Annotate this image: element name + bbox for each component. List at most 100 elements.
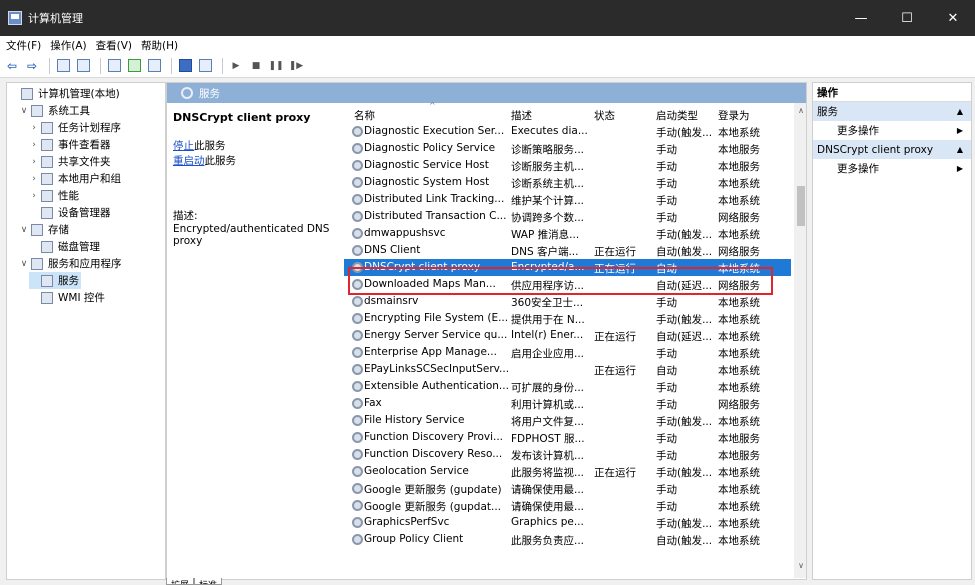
show-action-pane-button[interactable]: [197, 58, 213, 74]
refresh-button[interactable]: [126, 58, 142, 74]
menu-view[interactable]: 查看(V): [96, 38, 132, 53]
tree-item[interactable]: ∨ 服务和应用程序: [19, 255, 122, 272]
expand-chevron-icon[interactable]: ∨: [19, 106, 29, 116]
scrollbar-thumb[interactable]: [797, 186, 805, 226]
table-row[interactable]: Enterprise App Manage... 启用企业应用... 手动 本地系统: [344, 344, 791, 361]
expand-chevron-icon[interactable]: ›: [29, 174, 39, 184]
table-row[interactable]: dmwappushsvc WAP 推消息... 手动(触发... 本地系统: [344, 225, 791, 242]
table-row[interactable]: dsmainsrv 360安全卫士... 手动 本地系统: [344, 293, 791, 310]
table-row[interactable]: Distributed Link Tracking... 维护某个计算... 手动 本…: [344, 191, 791, 208]
toolbar-separator: [49, 57, 50, 74]
expand-chevron-icon[interactable]: ∨: [19, 259, 29, 269]
tree-item[interactable]: ∨ 系统工具: [19, 102, 90, 119]
tree-item[interactable]: 服务: [29, 272, 81, 289]
table-row[interactable]: Geolocation Service 此服务将监视... 正在运行 手动(触发...…: [344, 463, 791, 480]
start-service-button[interactable]: ▶: [228, 58, 244, 74]
table-row[interactable]: Diagnostic Execution Ser... Executes dia.…: [344, 123, 791, 140]
tree-item[interactable]: › 事件查看器: [29, 136, 111, 153]
toolbar-separator: [171, 57, 172, 74]
table-row[interactable]: Energy Server Service qu... Intel(r) Ener…: [344, 327, 791, 344]
service-description-cell: 将用户文件复...: [511, 416, 585, 428]
expand-chevron-icon[interactable]: ›: [29, 191, 39, 201]
service-status-cell: 正在运行: [594, 246, 636, 258]
maximize-button[interactable]: ☐: [884, 0, 930, 36]
tree-item[interactable]: › 共享文件夹: [29, 153, 111, 170]
table-row[interactable]: Function Discovery Reso... 发布该计算机... 手动 本地服…: [344, 446, 791, 463]
table-row[interactable]: Extensible Authentication... 可扩展的身份... 手动 本…: [344, 378, 791, 395]
table-row[interactable]: DNS Client DNS 客户端... 正在运行 自动(触发... 网络服务: [344, 242, 791, 259]
table-row[interactable]: Diagnostic Policy Service 诊断策略服务... 手动 本地服务: [344, 140, 791, 157]
close-button[interactable]: ✕: [930, 0, 975, 36]
column-header-startup-type[interactable]: 启动类型: [656, 108, 698, 123]
service-description-cell: 请确保使用最...: [511, 501, 585, 513]
forward-button[interactable]: ⇨: [24, 58, 40, 74]
tree-item[interactable]: › 性能: [29, 187, 79, 204]
tree-item-label: 共享文件夹: [58, 156, 111, 168]
table-row[interactable]: Fax 利用计算机或... 手动 网络服务: [344, 395, 791, 412]
tree-item[interactable]: › 任务计划程序: [29, 119, 121, 136]
column-header-status[interactable]: 状态: [594, 108, 615, 123]
service-name-cell: Energy Server Service qu...: [364, 329, 508, 341]
help-button[interactable]: [177, 58, 193, 74]
more-actions-label: 更多操作: [837, 125, 879, 137]
service-description-cell: FDPHOST 服...: [511, 433, 585, 445]
tab-standard[interactable]: 标准: [194, 578, 223, 585]
table-row[interactable]: File History Service 将用户文件复... 手动(触发... 本地系…: [344, 412, 791, 429]
tree-node-icon: [41, 189, 53, 202]
restart-service-link[interactable]: 重启动: [173, 155, 205, 167]
back-button[interactable]: ⇦: [4, 58, 20, 74]
tree-item[interactable]: 计算机管理(本地): [9, 85, 120, 102]
properties-button[interactable]: [106, 58, 122, 74]
scroll-up-icon[interactable]: ∧: [794, 106, 806, 120]
menu-file[interactable]: 文件(F): [6, 38, 41, 53]
actions-section-selected-service[interactable]: DNSCrypt client proxy ▲: [813, 140, 971, 159]
service-description-cell: 请确保使用最...: [511, 484, 585, 496]
table-row[interactable]: Function Discovery Provi... FDPHOST 服... 手…: [344, 429, 791, 446]
tree-item[interactable]: › 本地用户和组: [29, 170, 121, 187]
service-startup-cell: 自动(延迟...: [656, 280, 713, 292]
table-row[interactable]: Diagnostic System Host 诊断系统主机... 手动 本地系统: [344, 174, 791, 191]
pause-service-button[interactable]: ❚❚: [268, 58, 284, 74]
more-actions-services[interactable]: 更多操作 ▶: [813, 121, 971, 140]
service-description-cell: Executes dia...: [511, 125, 588, 137]
table-row[interactable]: Google 更新服务 (gupdat... 请确保使用最... 手动 本地系统: [344, 497, 791, 514]
restart-service-button[interactable]: ❚▶: [288, 58, 304, 74]
expand-chevron-icon[interactable]: ›: [29, 140, 39, 150]
table-row[interactable]: GraphicsPerfSvc Graphics pe... 手动(触发... 本地系…: [344, 514, 791, 531]
actions-section-services[interactable]: 服务 ▲: [813, 102, 971, 121]
menu-help[interactable]: 帮助(H): [141, 38, 178, 53]
export-list-button[interactable]: [146, 58, 162, 74]
tree-item[interactable]: WMI 控件: [29, 289, 105, 306]
toolbar: ⇦ ⇨ ▶ ■ ❚❚ ❚▶: [0, 54, 975, 78]
menu-action[interactable]: 操作(A): [50, 38, 86, 53]
table-row[interactable]: Downloaded Maps Man... 供应用程序访... 自动(延迟... 网…: [344, 276, 791, 293]
table-row[interactable]: Distributed Transaction C... 协调跨多个数... 手动 网…: [344, 208, 791, 225]
expand-chevron-icon[interactable]: ›: [29, 157, 39, 167]
minimize-button[interactable]: —: [838, 0, 884, 36]
stop-service-link[interactable]: 停止: [173, 140, 194, 152]
tab-extended[interactable]: 扩展: [166, 578, 195, 585]
tree-item[interactable]: 设备管理器: [29, 204, 111, 221]
table-row[interactable]: Diagnostic Service Host 诊断服务主机... 手动 本地服务: [344, 157, 791, 174]
expand-chevron-icon[interactable]: ∨: [19, 225, 29, 235]
table-row[interactable]: Group Policy Client 此服务负责应... 自动(触发... 本地系统: [344, 531, 791, 548]
more-actions-selected-service[interactable]: 更多操作 ▶: [813, 159, 971, 178]
column-header-name[interactable]: 名称: [354, 108, 375, 123]
table-row[interactable]: Google 更新服务 (gupdate) 请确保使用最... 手动 本地系统: [344, 480, 791, 497]
scroll-down-icon[interactable]: ∨: [794, 561, 806, 575]
stop-service-button[interactable]: ■: [248, 58, 264, 74]
show-hide-tree-button[interactable]: [75, 58, 91, 74]
folder-up-icon: [56, 59, 70, 72]
table-row[interactable]: Encrypting File System (E... 提供用于在 N... 手动…: [344, 310, 791, 327]
export-icon: [147, 59, 161, 72]
tree-item[interactable]: ∨ 存储: [19, 221, 69, 238]
column-header-description[interactable]: 描述: [511, 108, 532, 123]
service-logon-cell: 本地服务: [718, 144, 760, 156]
tree-item[interactable]: 磁盘管理: [29, 238, 100, 255]
table-row[interactable]: DNSCrypt client proxy Encrypted/a... 正在运行 自…: [344, 259, 791, 276]
table-row[interactable]: EPayLinksSCSecInputServ... 正在运行 自动 本地系统: [344, 361, 791, 378]
column-header-logon-as[interactable]: 登录为: [718, 108, 750, 123]
expand-chevron-icon[interactable]: ›: [29, 123, 39, 133]
vertical-scrollbar[interactable]: ∧ ∨: [794, 103, 806, 578]
up-level-button[interactable]: [55, 58, 71, 74]
